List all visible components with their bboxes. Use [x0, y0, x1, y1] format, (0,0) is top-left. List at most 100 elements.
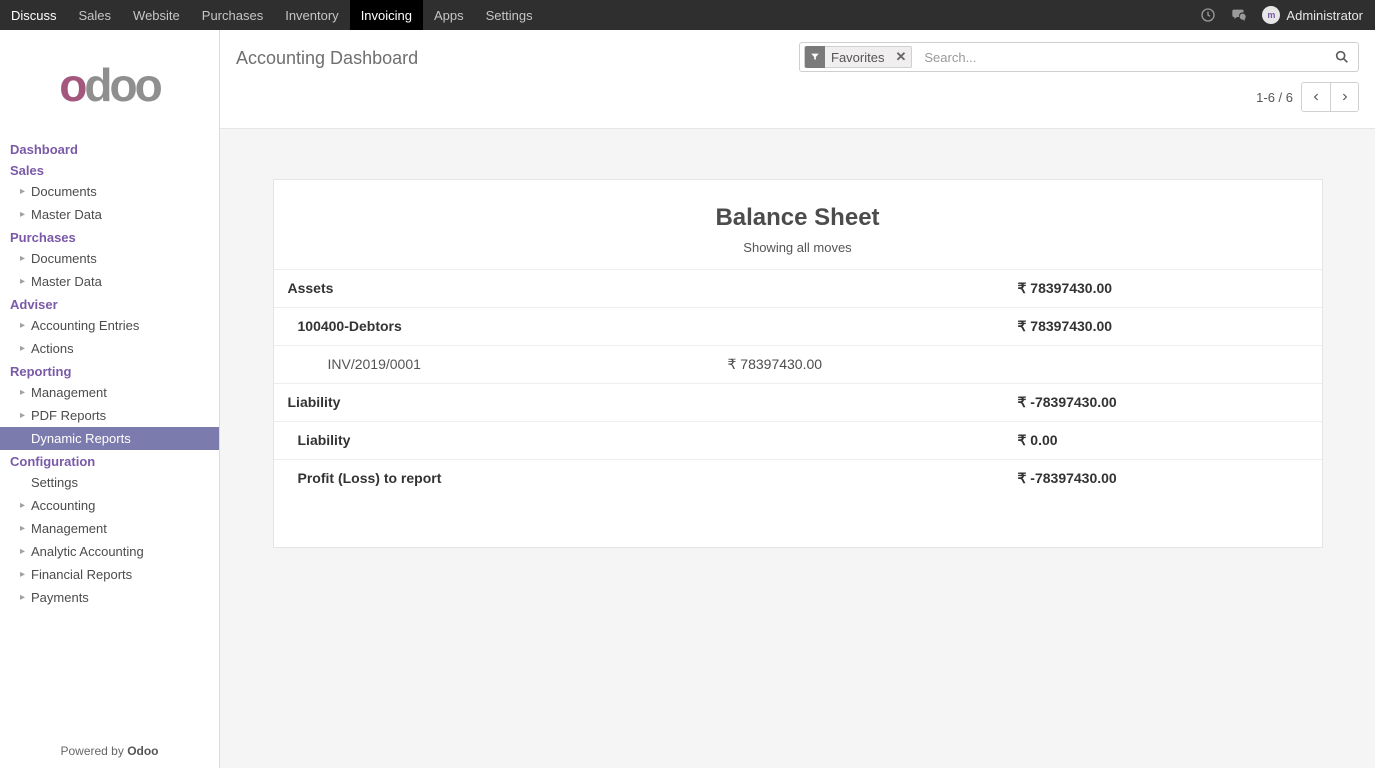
menu-item-documents[interactable]: ▸Documents	[10, 247, 209, 270]
menu-item-label: Accounting Entries	[31, 318, 139, 333]
report-row: Profit (Loss) to report₹ -78397430.00	[274, 460, 1322, 497]
menu-header-dashboard[interactable]: Dashboard	[10, 138, 209, 159]
facet-label: Favorites	[825, 50, 890, 65]
facet-remove-icon[interactable]: ✕	[890, 49, 911, 65]
report-row: INV/2019/0001₹ 78397430.00	[274, 346, 1322, 384]
nav-item-settings[interactable]: Settings	[475, 0, 544, 30]
search-input[interactable]	[916, 50, 1326, 65]
menu-header-sales[interactable]: Sales	[10, 159, 209, 180]
caret-right-icon: ▸	[20, 500, 30, 511]
pager-next-button[interactable]	[1330, 83, 1358, 111]
pager-prev-button[interactable]	[1302, 83, 1330, 111]
content-area: Balance Sheet Showing all moves Assets₹ …	[220, 128, 1375, 768]
menu-item-management[interactable]: ▸Management	[10, 381, 209, 404]
menu-item-label: PDF Reports	[31, 408, 106, 423]
menu-item-master-data[interactable]: ▸Master Data	[10, 203, 209, 226]
row-col2	[728, 432, 1018, 449]
menu-item-label: Master Data	[31, 274, 102, 289]
activity-icon[interactable]	[1200, 7, 1216, 23]
row-col2	[728, 318, 1018, 335]
pager-count: 1-6 / 6	[1256, 90, 1293, 105]
caret-right-icon: ▸	[20, 209, 30, 220]
row-col3: ₹ 78397430.00	[1018, 280, 1308, 297]
user-menu[interactable]: m Administrator	[1262, 6, 1363, 24]
main-area: Accounting Dashboard Favorites ✕	[220, 30, 1375, 768]
user-name: Administrator	[1286, 8, 1363, 23]
nav-item-sales[interactable]: Sales	[68, 0, 123, 30]
report-row: Liability ₹ -78397430.00	[274, 384, 1322, 422]
row-col2	[728, 470, 1018, 487]
menu-header-configuration[interactable]: Configuration	[10, 450, 209, 471]
row-label: Liability	[288, 394, 728, 411]
caret-right-icon: ▸	[20, 410, 30, 421]
row-col3: ₹ -78397430.00	[1018, 470, 1308, 487]
nav-item-website[interactable]: Website	[122, 0, 191, 30]
report-row: Liability ₹ 0.00	[274, 422, 1322, 460]
search-icon[interactable]	[1326, 49, 1358, 65]
powered-by: Powered by Odoo	[0, 734, 219, 768]
menu-item-master-data[interactable]: ▸Master Data	[10, 270, 209, 293]
main-header: Accounting Dashboard Favorites ✕	[220, 30, 1375, 120]
report-row: 100400-Debtors₹ 78397430.00	[274, 308, 1322, 346]
caret-right-icon: ▸	[20, 276, 30, 287]
row-col2: ₹ 78397430.00	[728, 356, 1018, 373]
row-col3: ₹ -78397430.00	[1018, 394, 1308, 411]
menu-item-management[interactable]: ▸Management	[10, 517, 209, 540]
menu-item-label: Documents	[31, 251, 97, 266]
menu-item-accounting[interactable]: ▸Accounting	[10, 494, 209, 517]
row-col3: ₹ 0.00	[1018, 432, 1308, 449]
report-row: Assets ₹ 78397430.00	[274, 270, 1322, 308]
caret-right-icon: ▸	[20, 186, 30, 197]
menu-item-financial-reports[interactable]: ▸Financial Reports	[10, 563, 209, 586]
menu-item-documents[interactable]: ▸Documents	[10, 180, 209, 203]
menu-item-label: Analytic Accounting	[31, 544, 144, 559]
report-subtitle: Showing all moves	[274, 240, 1322, 255]
caret-right-icon: ▸	[20, 343, 30, 354]
powered-brand[interactable]: Odoo	[127, 744, 158, 758]
menu-item-label: Actions	[31, 341, 74, 356]
menu-header-reporting[interactable]: Reporting	[10, 360, 209, 381]
menu-item-dynamic-reports[interactable]: Dynamic Reports	[0, 427, 219, 450]
caret-right-icon: ▸	[20, 387, 30, 398]
menu-item-payments[interactable]: ▸Payments	[10, 586, 209, 609]
row-label: Assets	[288, 280, 728, 297]
caret-right-icon: ▸	[20, 569, 30, 580]
nav-item-invoicing[interactable]: Invoicing	[350, 0, 423, 30]
menu-item-label: Payments	[31, 590, 89, 605]
messages-icon[interactable]	[1230, 7, 1248, 23]
caret-right-icon: ▸	[20, 546, 30, 557]
row-col2	[728, 394, 1018, 411]
navbar-right: m Administrator	[1200, 6, 1375, 24]
menu-item-label: Management	[31, 385, 107, 400]
nav-item-discuss[interactable]: Discuss	[0, 0, 68, 30]
search-facet: Favorites ✕	[804, 46, 912, 68]
caret-right-icon: ▸	[20, 253, 30, 264]
row-label: Liability	[288, 432, 728, 449]
menu-item-actions[interactable]: ▸Actions	[10, 337, 209, 360]
sidebar: odoo DashboardSales▸Documents▸Master Dat…	[0, 30, 220, 768]
nav-item-apps[interactable]: Apps	[423, 0, 475, 30]
nav-item-inventory[interactable]: Inventory	[274, 0, 349, 30]
nav-item-purchases[interactable]: Purchases	[191, 0, 274, 30]
caret-right-icon: ▸	[20, 320, 30, 331]
avatar: m	[1262, 6, 1280, 24]
menu-item-accounting-entries[interactable]: ▸Accounting Entries	[10, 314, 209, 337]
menu-item-label: Master Data	[31, 207, 102, 222]
menu-header-purchases[interactable]: Purchases	[10, 226, 209, 247]
row-col3: ₹ 78397430.00	[1018, 318, 1308, 335]
menu-item-pdf-reports[interactable]: ▸PDF Reports	[10, 404, 209, 427]
sidebar-menu: DashboardSales▸Documents▸Master DataPurc…	[0, 138, 219, 734]
menu-item-label: Accounting	[31, 498, 95, 513]
menu-item-label: Settings	[31, 475, 78, 490]
caret-right-icon: ▸	[20, 592, 30, 603]
search-box[interactable]: Favorites ✕	[799, 42, 1359, 72]
page-title: Accounting Dashboard	[236, 42, 418, 69]
top-navbar: DiscussSalesWebsitePurchasesInventoryInv…	[0, 0, 1375, 30]
logo[interactable]: odoo	[0, 30, 219, 138]
menu-item-analytic-accounting[interactable]: ▸Analytic Accounting	[10, 540, 209, 563]
menu-header-adviser[interactable]: Adviser	[10, 293, 209, 314]
menu-item-label: Financial Reports	[31, 567, 132, 582]
row-label: INV/2019/0001	[288, 356, 728, 373]
powered-prefix: Powered by	[60, 744, 127, 758]
menu-item-settings[interactable]: Settings	[10, 471, 209, 494]
